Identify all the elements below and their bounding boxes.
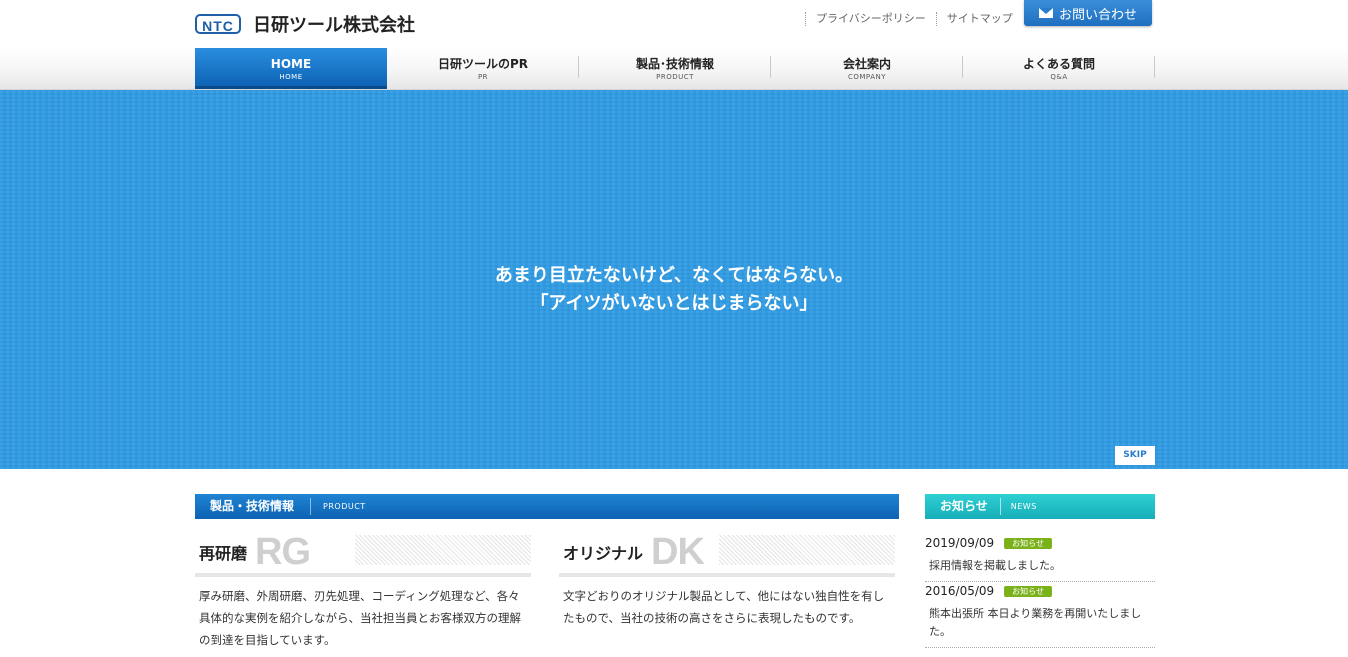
site-logo[interactable]: NTC 日研ツール株式会社 [195,11,415,37]
news-badge: お知らせ [1004,585,1053,597]
news-item[interactable]: 2016/05/09 お知らせ 熊本出張所 本日より業務を再開いたしました。 [925,582,1155,648]
product-card-dk[interactable]: オリジナル DK 文字どおりのオリジナル製品として、他にはない独自性を有したもの… [559,531,895,629]
skip-button[interactable]: SKIP [1115,446,1155,465]
news-date: 2019/09/09 [925,536,995,550]
hero-line-2: 「アイツがいないとはじまらない」 [530,293,818,314]
company-name: 日研ツール株式会社 [253,15,415,36]
card-description: 厚み研磨、外周研磨、刃先処理、コーディング処理など、各々具体的な実例を紹介しなが… [199,589,521,647]
card-title: 再研磨 [199,544,248,563]
news-date: 2016/05/09 [925,584,995,598]
nav-sublabel: PRODUCT [656,73,694,81]
nav-sublabel: Q&A [1050,73,1068,81]
nav-label: 会社案内 [842,57,891,71]
hero-banner: あまり目立たないけど、なくてはならない。 「アイツがいないとはじまらない」 SK… [0,90,1348,469]
news-text[interactable]: 熊本出張所 本日より業務を再開いたしました。 [925,605,1155,641]
card-description: 文字どおりのオリジナル製品として、他にはない独自性を有したもので、当社の技術の高… [563,589,885,625]
card-code: RG [255,530,311,573]
mail-icon [1038,8,1053,18]
nav-sublabel: HOME [279,73,303,81]
card-title: オリジナル [563,544,644,563]
ntc-logo-mark: NTC [195,14,241,34]
news-section-subtitle: NEWS [1010,502,1037,511]
contact-label: お問い合わせ [1058,7,1137,23]
global-nav: HOME HOME 日研ツールのPR PR 製品･技術情報 PRODUCT 会社… [195,48,1155,89]
nav-item-home[interactable]: HOME HOME [195,48,387,89]
nav-label: 製品･技術情報 [635,57,714,71]
news-section-header: お知らせ NEWS [925,494,1155,519]
hero-copy: あまり目立たないけど、なくてはならない。 「アイツがいないとはじまらない」 [0,262,1348,318]
nav-sublabel: COMPANY [847,73,886,81]
product-section-header: 製品・技術情報 PRODUCT [195,494,899,519]
news-list: 2019/09/09 お知らせ 採用情報を掲載しました。 2016/05/09 … [925,534,1155,648]
news-section-title: お知らせ [925,498,1001,515]
privacy-policy-link[interactable]: プライバシーポリシー [805,12,936,26]
hatch-decoration [719,535,895,565]
news-item[interactable]: 2019/09/09 お知らせ 採用情報を掲載しました。 [925,534,1155,582]
card-heading: オリジナル DK [559,531,895,577]
card-code: DK [651,530,705,573]
product-section-subtitle: PRODUCT [323,502,366,511]
hatch-decoration [355,535,531,565]
utility-links: プライバシーポリシー サイトマップ [805,12,1023,26]
nav-item-qa[interactable]: よくある質問 Q&A [963,48,1155,89]
hero-line-1: あまり目立たないけど、なくてはならない。 [494,265,854,286]
nav-sublabel: PR [477,73,489,81]
nav-item-company[interactable]: 会社案内 COMPANY [771,48,963,89]
card-heading: 再研磨 RG [195,531,531,577]
nav-item-pr[interactable]: 日研ツールのPR PR [387,48,579,89]
nav-item-product[interactable]: 製品･技術情報 PRODUCT [579,48,771,89]
news-meta: 2016/05/09 お知らせ [925,584,1155,598]
nav-label: HOME [270,57,312,71]
news-badge: お知らせ [1004,537,1053,549]
contact-button[interactable]: お問い合わせ [1024,0,1152,26]
site-header: NTC 日研ツール株式会社 プライバシーポリシー サイトマップ お問い合わせ [0,0,1348,48]
nav-label: よくある質問 [1022,57,1095,71]
product-section-title: 製品・技術情報 [195,498,312,515]
sitemap-link[interactable]: サイトマップ [935,12,1023,26]
news-meta: 2019/09/09 お知らせ [925,536,1155,550]
news-text[interactable]: 採用情報を掲載しました。 [925,557,1155,575]
product-card-rg[interactable]: 再研磨 RG 厚み研磨、外周研磨、刃先処理、コーディング処理など、各々具体的な実… [195,531,531,651]
nav-label: 日研ツールのPR [437,57,529,71]
